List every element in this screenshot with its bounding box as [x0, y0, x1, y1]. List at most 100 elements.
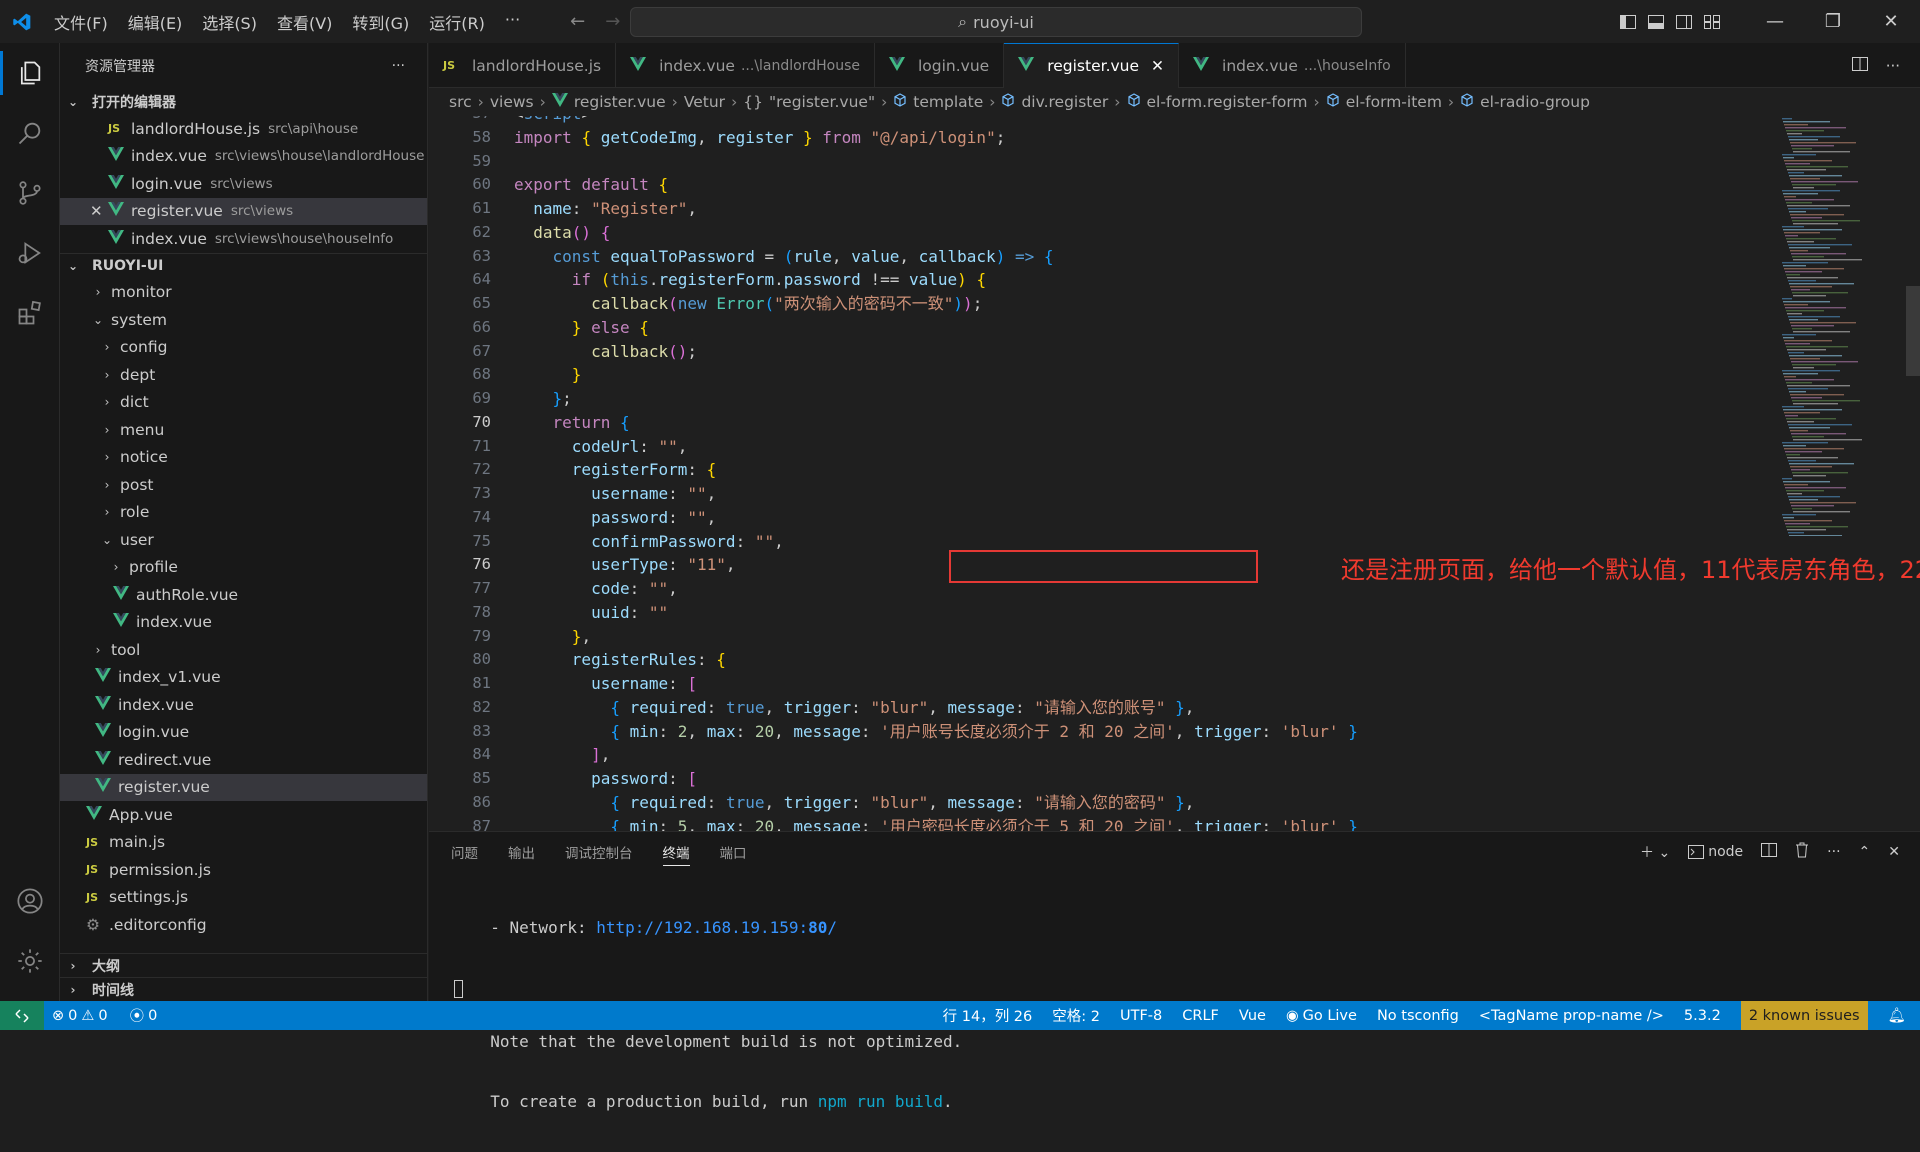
menu-item[interactable]: 查看(V) — [267, 10, 342, 34]
notifications-icon[interactable]: 🔔︎ — [1888, 1007, 1906, 1024]
editor-tab[interactable]: index.vue ...\landlordHouse — [616, 43, 875, 88]
tree-folder[interactable]: › profile — [60, 554, 427, 582]
more-actions-icon[interactable]: ··· — [1827, 844, 1840, 860]
tree-folder[interactable]: › dept — [60, 361, 427, 389]
code-editor[interactable]: 5758 59 60 61 62 63 64 65 66 67 68 69 70 71 72 73 74 75 76… — [429, 116, 1920, 831]
tree-file[interactable]: index.vue — [60, 609, 427, 637]
tree-folder[interactable]: › monitor — [60, 279, 427, 307]
manage-gear-icon[interactable] — [0, 931, 60, 991]
project-header[interactable]: ⌄ RUOYI-UI — [60, 252, 427, 279]
trash-icon[interactable] — [1795, 842, 1809, 862]
breadcrumb-item[interactable]: div.register — [1021, 93, 1108, 111]
encoding[interactable]: UTF-8 — [1120, 1008, 1162, 1024]
tree-file[interactable]: redirect.vue — [60, 746, 427, 774]
open-editor-item[interactable]: index.vue src\views\house\houseInfo — [60, 225, 427, 253]
editor-tab[interactable]: register.vue ✕ — [1004, 43, 1180, 88]
tree-file[interactable]: App.vue — [60, 801, 427, 829]
editor-scrollbar[interactable] — [1906, 286, 1920, 376]
remote-icon[interactable] — [0, 1001, 44, 1030]
menu-item[interactable]: 选择(S) — [192, 10, 267, 34]
tree-file[interactable]: register.vue — [60, 773, 427, 801]
tree-folder[interactable]: ⌄ system — [60, 306, 427, 334]
tree-file[interactable]: index.vue — [60, 691, 427, 719]
open-editor-item[interactable]: ✕ register.vue src\views — [60, 197, 427, 225]
open-editor-item[interactable]: login.vue src\views — [60, 170, 427, 198]
indentation[interactable]: 空格: 2 — [1052, 1005, 1100, 1026]
breadcrumb-item[interactable]: el-form.register-form — [1147, 93, 1308, 111]
open-editor-item[interactable]: JS landlordHouse.js src\api\house — [60, 115, 427, 143]
problems-status[interactable]: ⊗ 0 ⚠ 0 — [52, 1008, 108, 1024]
tree-folder[interactable]: › dict — [60, 389, 427, 417]
tree-file[interactable]: login.vue — [60, 719, 427, 747]
tree-folder[interactable]: › role — [60, 499, 427, 527]
network-url[interactable]: http://192.168.19.159: — [596, 918, 808, 937]
breadcrumb-item[interactable]: template — [913, 93, 983, 111]
cursor-position[interactable]: 行 14，列 26 — [943, 1005, 1033, 1026]
menu-item[interactable]: 运行(R) — [419, 10, 495, 34]
tree-file[interactable]: JS permission.js — [60, 856, 427, 884]
menu-item[interactable]: 文件(F) — [44, 10, 118, 34]
tag-format[interactable]: <TagName prop-name /> — [1479, 1008, 1664, 1024]
tree-folder[interactable]: › tool — [60, 636, 427, 664]
close-window-icon[interactable]: ✕ — [1862, 0, 1920, 43]
close-panel-icon[interactable]: ✕ — [1888, 844, 1900, 860]
more-actions-icon[interactable]: ··· — [392, 58, 405, 74]
explorer-icon[interactable] — [0, 43, 60, 103]
minimap[interactable] — [1782, 116, 1900, 537]
outline-header[interactable]: › 大纲 — [60, 953, 427, 977]
tree-file[interactable]: index_v1.vue — [60, 664, 427, 692]
source-control-icon[interactable] — [0, 163, 60, 223]
panel-tab[interactable]: 端口 — [720, 832, 747, 872]
breadcrumb-item[interactable]: Vetur — [684, 93, 725, 111]
close-icon[interactable]: ✕ — [90, 202, 103, 220]
breadcrumb-item[interactable]: el-radio-group — [1480, 93, 1590, 111]
minimize-icon[interactable]: — — [1746, 0, 1804, 43]
customize-layout-icon[interactable] — [1698, 0, 1726, 43]
new-terminal-icon[interactable]: ＋ ⌄ — [1640, 842, 1670, 862]
restore-icon[interactable]: ❐ — [1804, 0, 1862, 43]
vetur-version[interactable]: 5.3.2 — [1684, 1008, 1721, 1024]
accounts-icon[interactable] — [0, 871, 60, 931]
tree-folder[interactable]: › post — [60, 471, 427, 499]
extensions-icon[interactable] — [0, 283, 60, 343]
tree-file[interactable]: ⚙ .editorconfig — [60, 911, 427, 939]
panel-tab[interactable]: 终端 — [662, 832, 690, 872]
tree-folder[interactable]: ⌄ user — [60, 526, 427, 554]
breadcrumb-item[interactable]: src — [449, 93, 472, 111]
tree-file[interactable]: JS main.js — [60, 829, 427, 857]
forward-arrow-icon[interactable]: → — [605, 11, 620, 32]
more-actions-icon[interactable]: ··· — [1886, 57, 1900, 75]
back-arrow-icon[interactable]: ← — [570, 11, 585, 32]
menu-item[interactable]: ··· — [495, 10, 530, 34]
menu-item[interactable]: 编辑(E) — [118, 10, 193, 34]
language-mode[interactable]: Vue — [1239, 1008, 1266, 1024]
breadcrumb-item[interactable]: register.vue — [574, 93, 666, 111]
breadcrumb-item[interactable]: views — [490, 93, 534, 111]
ports-status[interactable]: ⦿ 0 — [130, 1005, 158, 1026]
breadcrumb-item[interactable]: el-form-item — [1346, 93, 1442, 111]
toggle-sidebar-icon[interactable] — [1614, 0, 1642, 43]
tsconfig-status[interactable]: No tsconfig — [1377, 1008, 1459, 1024]
terminal-icon[interactable]: node — [1688, 844, 1743, 860]
editor-tab[interactable]: login.vue — [875, 43, 1005, 88]
tree-folder[interactable]: › menu — [60, 416, 427, 444]
close-tab-icon[interactable]: ✕ — [1151, 57, 1164, 75]
code-lines[interactable]: <script> import { getCodeImg, register }… — [514, 116, 1814, 831]
timeline-header[interactable]: › 时间线 — [60, 977, 427, 1001]
split-terminal-icon[interactable] — [1761, 843, 1778, 861]
editor-tab[interactable]: index.vue ...\houseInfo — [1179, 43, 1406, 88]
panel-tab[interactable]: 调试控制台 — [565, 832, 633, 872]
tree-folder[interactable]: › notice — [60, 444, 427, 472]
known-issues[interactable]: 2 known issues — [1740, 1001, 1868, 1030]
split-editor-icon[interactable] — [1851, 56, 1868, 75]
open-editors-header[interactable]: ⌄ 打开的编辑器 — [60, 89, 427, 115]
open-editor-item[interactable]: index.vue src\views\house\landlordHouse — [60, 143, 427, 171]
panel-tab[interactable]: 问题 — [451, 832, 478, 872]
network-port[interactable]: 80 — [808, 918, 827, 937]
tree-file[interactable]: JS settings.js — [60, 884, 427, 912]
toggle-secondary-sidebar-icon[interactable] — [1670, 0, 1698, 43]
run-debug-icon[interactable] — [0, 223, 60, 283]
search-view-icon[interactable] — [0, 103, 60, 163]
line-ending[interactable]: CRLF — [1182, 1008, 1219, 1024]
tree-folder[interactable]: › config — [60, 334, 427, 362]
